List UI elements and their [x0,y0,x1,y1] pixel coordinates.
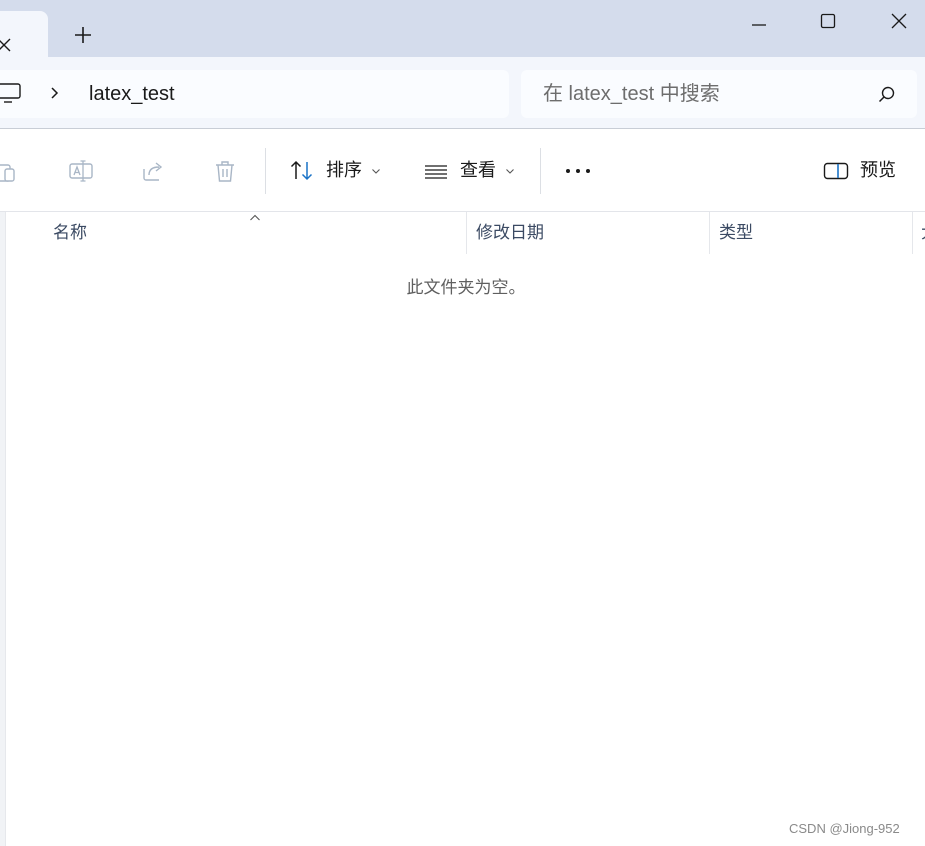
close-tab-icon[interactable] [0,35,14,55]
column-name[interactable]: 名称 [53,222,87,244]
column-divider[interactable] [912,212,913,254]
maximize-button[interactable] [805,6,851,36]
separator [265,148,266,194]
column-divider[interactable] [466,212,467,254]
tab-latex-test[interactable] [0,11,48,58]
watermark: CSDN @Jiong-952 [789,821,900,836]
separator [540,148,541,194]
chevron-right-icon[interactable] [46,85,62,101]
breadcrumb-current-folder[interactable]: latex_test [89,82,175,106]
sort-button-label[interactable]: 排序 [326,159,362,183]
address-bar[interactable] [0,70,509,118]
column-header-row: 名称 修改日期 类型 大 [0,212,925,254]
close-window-button[interactable] [876,6,922,36]
new-tab-icon[interactable] [70,22,96,48]
preview-pane-icon[interactable] [822,157,850,185]
title-bar [0,0,925,58]
view-button-label[interactable]: 查看 [460,159,496,183]
column-size[interactable]: 大 [921,222,925,244]
more-options-icon[interactable] [564,157,592,185]
address-row: latex_test 在 latex_test 中搜索 [0,57,925,129]
preview-button-label[interactable]: 预览 [860,159,896,183]
minimize-icon [752,24,766,26]
delete-icon[interactable] [211,157,239,185]
sort-icon[interactable] [288,157,316,185]
close-icon [891,13,907,29]
empty-folder-message: 此文件夹为空。 [406,278,526,298]
command-bar: 排序 查看 预览 [0,130,925,212]
navigation-pane-edge[interactable] [0,212,6,846]
search-placeholder: 在 latex_test 中搜索 [543,83,720,105]
column-date-modified[interactable]: 修改日期 [476,222,544,244]
sort-ascending-indicator-icon [250,214,260,221]
rename-icon[interactable] [67,157,95,185]
view-dropdown-chevron-icon[interactable] [504,165,516,177]
share-icon[interactable] [139,157,167,185]
paste-icon[interactable] [0,157,22,185]
search-icon[interactable] [877,85,897,105]
search-input[interactable]: 在 latex_test 中搜索 [521,70,917,118]
this-pc-icon[interactable] [0,80,24,104]
maximize-icon [820,13,836,29]
column-type[interactable]: 类型 [719,222,753,244]
sort-dropdown-chevron-icon[interactable] [370,165,382,177]
view-list-icon[interactable] [422,157,450,185]
minimize-button[interactable] [736,6,782,36]
column-divider[interactable] [709,212,710,254]
